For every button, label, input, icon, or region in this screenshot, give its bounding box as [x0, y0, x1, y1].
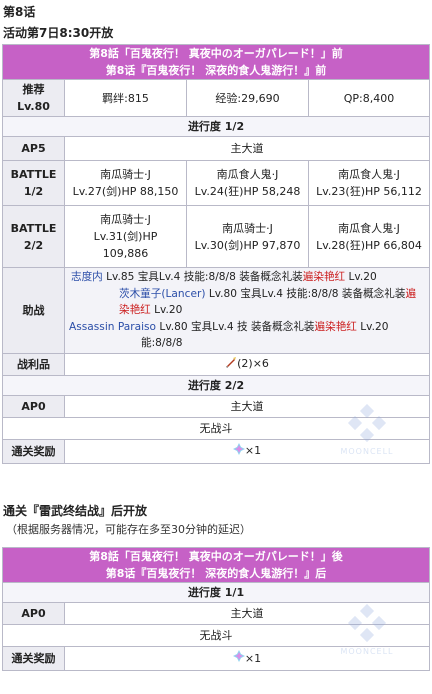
drops-value: (2)×6: [237, 357, 269, 371]
enemy-name: 南瓜食人鬼·J: [338, 168, 400, 181]
enemy-info: Lv.31(剑)HP 109,886: [93, 230, 158, 260]
enemy-cell: 南瓜骑士·J Lv.30(剑)HP 97,870: [186, 205, 309, 268]
quest-title-row: 第8話「百鬼夜行！ 真夜中のオーガパレード！」後 第8话『百鬼夜行！ 深夜的食人…: [1, 547, 431, 583]
ap-cost: AP5: [2, 136, 65, 161]
enemy-info: Lv.28(狂)HP 66,804: [316, 238, 422, 252]
enemy-cell: 南瓜骑士·J Lv.31(剑)HP 109,886: [64, 205, 187, 268]
enemy-name: 南瓜骑士·J: [222, 221, 273, 235]
material-icon[interactable]: [225, 356, 237, 373]
quest-title-cn: 第8话『百鬼夜行！ 深夜的食人鬼游行！』后: [105, 567, 327, 580]
ce-prefix: 装备概念礼装: [250, 320, 315, 333]
qp-value: QP:8,400: [307, 79, 431, 117]
drops-label: 战利品: [2, 352, 65, 376]
no-battle: 无战斗: [1, 624, 431, 647]
support-list: 志度内 Lv.85 宝具Lv.4 技能:8/8/8 装备概念礼装遍染艳红 Lv.…: [63, 267, 431, 354]
support-entry-tail: 能:8/8/8: [141, 337, 183, 349]
ce-link[interactable]: 遍染艳红: [315, 321, 357, 333]
saint-quartz-icon[interactable]: [232, 650, 245, 667]
ce-prefix: 装备概念礼装: [341, 287, 406, 300]
reward-value: ×1: [244, 444, 262, 458]
drops-cell: (2)×6: [63, 352, 431, 376]
enemy-cell: 南瓜食人鬼·J Lv.28(狂)HP 66,804: [307, 205, 431, 268]
route-name: 主大道: [63, 136, 431, 161]
bond-value: 羁绊:815: [64, 79, 187, 117]
ap-cost: AP0: [2, 602, 65, 625]
no-battle: 无战斗: [1, 416, 431, 440]
enemy-info: Lv.30(剑)HP 97,870: [194, 238, 301, 252]
progress-header: 进行度 1/1: [1, 582, 431, 603]
enemy-name: 南瓜食人鬼·J: [338, 221, 400, 235]
enemy-name: 南瓜食人鬼·J: [216, 168, 279, 181]
quest-title-jp: 第8話「百鬼夜行！ 真夜中のオーガパレード！」後: [89, 550, 343, 563]
enemy-cell: 南瓜骑士·J Lv.27(剑)HP 88,150: [64, 160, 187, 206]
quest-table-2: 第8話「百鬼夜行！ 真夜中のオーガパレード！」後 第8话『百鬼夜行！ 深夜的食人…: [1, 547, 431, 671]
enemy-name: 南瓜骑士·J: [100, 168, 151, 181]
ce-prefix: 装备概念礼装: [239, 271, 303, 283]
enemy-cell: 南瓜食人鬼·J Lv.23(狂)HP 56,112: [307, 160, 431, 206]
quest-title-jp: 第8話「百鬼夜行！ 真夜中のオーガパレード！」前: [89, 47, 343, 60]
reward-cell: ×1: [63, 646, 431, 671]
reward-label: 通关奖励: [2, 646, 65, 671]
support-entry: Assassin Paraiso Lv.80 宝具Lv.4 技 装备概念礼装遍染…: [69, 319, 425, 336]
progress-header: 进行度 1/2: [1, 116, 431, 137]
support-stats: Lv.85 宝具Lv.4 技能:8/8/8: [102, 271, 240, 283]
section2-heading: 通关『雷武终结战』后开放: [3, 504, 148, 518]
support-entry: 茨木童子(Lancer) Lv.80 宝具Lv.4 技能:8/8/8 装备概念礼…: [69, 286, 425, 319]
reward-cell: ×1: [63, 438, 431, 464]
enemy-info: Lv.24(狂)HP 58,248: [194, 185, 301, 198]
ce-level: Lv.20: [345, 271, 377, 283]
support-label: 助战: [2, 267, 65, 354]
page-heading: 第8话: [3, 5, 36, 19]
enemy-name: 南瓜骑士·J: [100, 213, 151, 226]
reward-value: ×1: [244, 651, 262, 665]
enemy-info: Lv.27(剑)HP 88,150: [72, 185, 179, 198]
battle-label: BATTLE 1/2: [2, 160, 65, 206]
support-entry: 志度内 Lv.85 宝具Lv.4 技能:8/8/8 装备概念礼装遍染艳红 Lv.…: [69, 269, 425, 286]
servant-link[interactable]: 茨木童子(Lancer): [119, 288, 205, 300]
route-name: 主大道: [63, 394, 431, 418]
ce-level: Lv.20: [356, 320, 389, 333]
server-delay-note: （根据服务器情况，可能存在多至30分钟的延迟）: [6, 523, 251, 536]
ce-level: Lv.20: [150, 304, 183, 316]
support-stats: Lv.80 宝具Lv.4 技: [156, 320, 248, 333]
route-name: 主大道: [63, 602, 431, 625]
ap-cost: AP0: [2, 394, 65, 418]
exp-value: 经验:29,690: [186, 79, 309, 117]
servant-link[interactable]: Assassin Paraiso: [69, 321, 156, 333]
open-time: 活动第7日8:30开放: [3, 26, 114, 40]
ce-link[interactable]: 遍染艳红: [303, 271, 345, 283]
quest-title-cn: 第8话『百鬼夜行！ 深夜的食人鬼游行！』前: [105, 64, 327, 77]
progress-header: 进行度 2/2: [1, 374, 431, 396]
servant-link[interactable]: 志度内: [71, 271, 103, 283]
enemy-info: Lv.23(狂)HP 56,112: [316, 185, 422, 198]
quest-title-row: 第8話「百鬼夜行！ 真夜中のオーガパレード！」前 第8话『百鬼夜行！ 深夜的食人…: [1, 44, 431, 80]
reward-label: 通关奖励: [2, 438, 65, 464]
battle-label: BATTLE 2/2: [2, 205, 65, 268]
support-stats: Lv.80 宝具Lv.4 技能:8/8/8: [205, 287, 342, 300]
recommend-level: 推荐 Lv.80: [2, 79, 65, 117]
enemy-cell: 南瓜食人鬼·J Lv.24(狂)HP 58,248: [186, 160, 309, 206]
saint-quartz-icon[interactable]: [232, 442, 245, 460]
quest-table-1: 第8話「百鬼夜行！ 真夜中のオーガパレード！」前 第8话『百鬼夜行！ 深夜的食人…: [1, 44, 431, 464]
